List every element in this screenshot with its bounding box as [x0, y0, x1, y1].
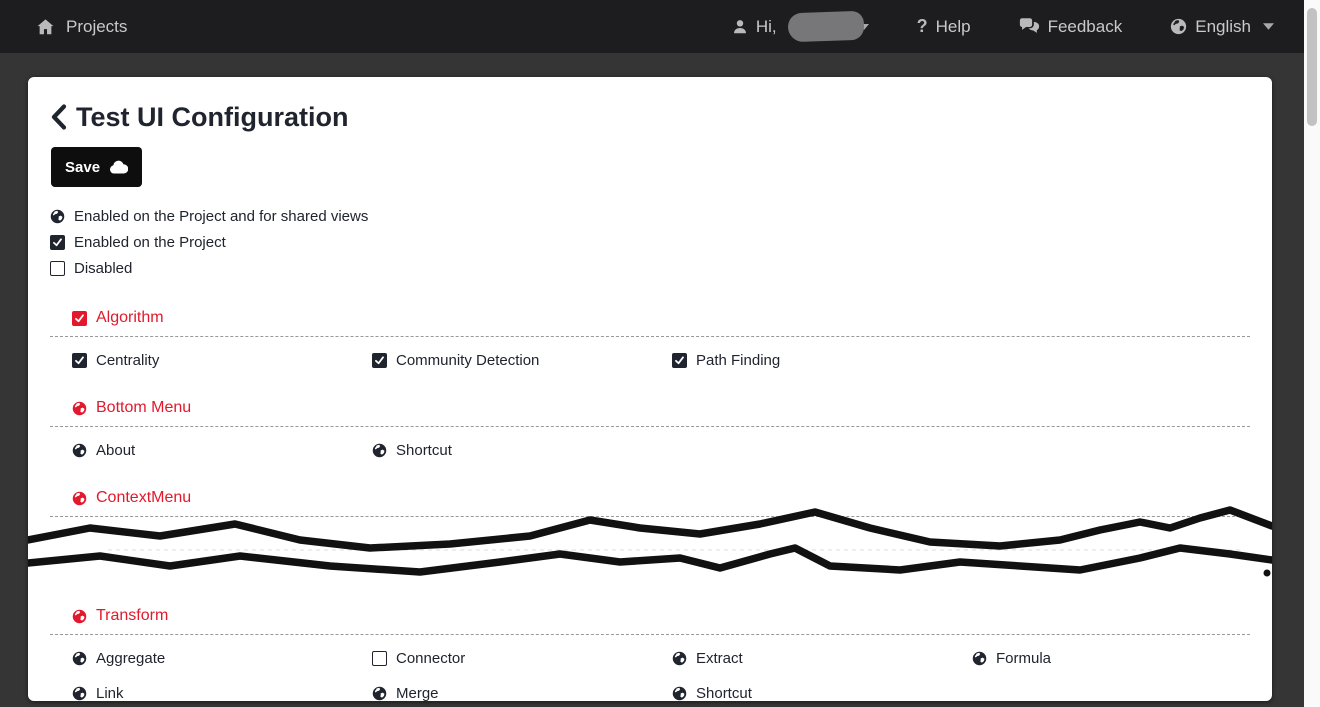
checked-checkbox-icon — [50, 234, 65, 250]
section-contextmenu: ContextMenu — [28, 487, 1272, 579]
section-header-toggle[interactable]: Bottom Menu — [72, 397, 1272, 419]
feature-item-path-finding[interactable]: Path Finding — [672, 349, 972, 371]
checked-checkbox-icon — [372, 352, 387, 368]
vertical-scrollbar[interactable] — [1304, 0, 1320, 707]
configuration-panel: Test UI Configuration Save Enabled on th… — [28, 77, 1272, 701]
globe-icon — [50, 209, 65, 224]
feature-item-label: Link — [96, 684, 124, 702]
feature-item-aggregate[interactable]: Aggregate — [72, 647, 372, 669]
sections-list: Algorithm Centrality Community Detection Pa… — [28, 307, 1272, 701]
language-menu[interactable]: English — [1170, 17, 1274, 37]
feature-item-label: Community Detection — [396, 351, 540, 369]
feedback-label: Feedback — [1047, 16, 1123, 36]
help-menu-item[interactable]: ? Help — [917, 16, 971, 37]
torn-screenshot-gap — [28, 506, 1272, 579]
feedback-menu-item[interactable]: Feedback — [1019, 16, 1123, 37]
state-legend: Enabled on the Project and for shared vi… — [50, 203, 1272, 281]
feature-item-label: Extract — [696, 649, 743, 667]
help-label: Help — [935, 16, 971, 36]
feature-item-label: Aggregate — [96, 649, 166, 667]
back-button[interactable] — [50, 104, 67, 130]
feature-item-link[interactable]: Link — [72, 682, 372, 701]
page-title-row: Test UI Configuration — [50, 100, 1272, 134]
user-icon — [732, 18, 748, 35]
home-icon — [36, 18, 55, 36]
cloud-icon — [109, 160, 129, 174]
legend-item: Enabled on the Project and for shared vi… — [50, 203, 1272, 229]
user-menu[interactable]: Hi, — [732, 10, 869, 43]
feedback-comments-icon — [1019, 18, 1040, 35]
language-label: English — [1195, 16, 1251, 36]
feature-item-about[interactable]: About — [72, 439, 372, 461]
feature-item-label: Merge — [396, 684, 439, 702]
feature-item-shortcut[interactable]: Shortcut — [672, 682, 972, 701]
globe-icon — [372, 686, 387, 701]
feature-item-label: Centrality — [96, 351, 160, 369]
feature-item-shortcut[interactable]: Shortcut — [372, 439, 672, 461]
checked-checkbox-icon — [72, 352, 87, 368]
chevron-down-icon — [1263, 23, 1274, 30]
feature-item-extract[interactable]: Extract — [672, 647, 972, 669]
feature-item-centrality[interactable]: Centrality — [72, 349, 372, 371]
globe-icon — [72, 491, 87, 506]
section-title: Algorithm — [96, 309, 164, 326]
globe-icon — [672, 686, 687, 701]
save-button[interactable]: Save — [51, 147, 143, 187]
section-transform: Transform Aggregate Connector Extract Formul… — [28, 605, 1272, 701]
legend-item-label: Disabled — [74, 259, 133, 277]
question-mark-icon: ? — [916, 16, 928, 36]
globe-icon — [72, 443, 87, 458]
greeting-label: Hi, — [755, 16, 777, 36]
section-items-grid: Centrality Community Detection Path Findin… — [72, 337, 1250, 371]
globe-icon — [72, 686, 87, 701]
checked-checkbox-icon — [672, 352, 687, 368]
section-title: Transform — [96, 607, 169, 624]
section-items-grid: About Shortcut — [72, 427, 1250, 461]
legend-item: Disabled — [50, 255, 1272, 281]
feature-item-label: Shortcut — [396, 441, 452, 459]
tear-marks — [28, 506, 1272, 577]
globe-icon — [372, 443, 387, 458]
section-title: Bottom Menu — [96, 399, 192, 416]
section-header-toggle[interactable]: Algorithm — [72, 307, 1272, 329]
legend-item-label: Enabled on the Project — [74, 233, 226, 251]
feature-item-formula[interactable]: Formula — [972, 647, 1272, 669]
feature-item-label: About — [96, 441, 136, 459]
legend-item-label: Enabled on the Project and for shared vi… — [74, 207, 369, 225]
feature-item-label: Formula — [996, 649, 1052, 667]
scrollbar-thumb[interactable] — [1307, 8, 1317, 126]
feature-item-label: Connector — [396, 649, 466, 667]
globe-icon — [72, 609, 87, 624]
section-bottom-menu: Bottom Menu About Shortcut — [28, 397, 1272, 461]
section-algorithm: Algorithm Centrality Community Detection Pa… — [28, 307, 1272, 371]
feature-item-label: Shortcut — [696, 684, 752, 702]
legend-item: Enabled on the Project — [50, 229, 1272, 255]
section-header-toggle[interactable]: Transform — [72, 605, 1272, 627]
section-items-grid: Aggregate Connector Extract Formula Link Merg… — [72, 635, 1250, 701]
feature-item-community-detection[interactable]: Community Detection — [372, 349, 672, 371]
feature-item-merge[interactable]: Merge — [372, 682, 672, 701]
projects-label: Projects — [66, 16, 128, 36]
globe-icon — [672, 651, 687, 666]
globe-icon — [72, 401, 87, 416]
feature-item-connector[interactable]: Connector — [372, 647, 672, 669]
save-button-label: Save — [65, 158, 101, 176]
unchecked-checkbox-icon — [50, 260, 65, 276]
checked-checkbox-icon — [72, 310, 87, 326]
redacted-username — [787, 10, 865, 43]
feature-item-label: Path Finding — [696, 351, 781, 369]
globe-icon — [72, 651, 87, 666]
top-navigation-bar: Projects Hi, ? Help Feedback English — [0, 0, 1320, 53]
unchecked-checkbox-icon — [372, 650, 387, 666]
globe-icon — [972, 651, 987, 666]
globe-icon — [1170, 18, 1187, 35]
projects-nav-link[interactable]: Projects — [36, 17, 127, 37]
page-title: Test UI Configuration — [76, 101, 349, 132]
